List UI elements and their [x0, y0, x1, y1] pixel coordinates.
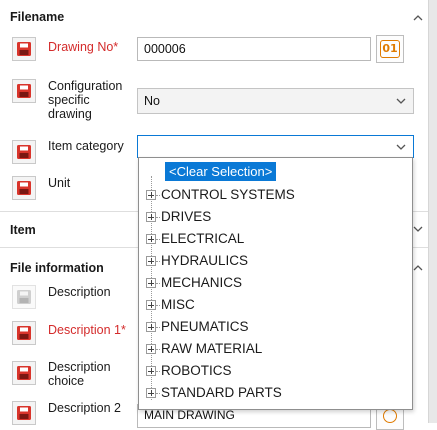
chevron-down-icon [395, 95, 407, 111]
save-button[interactable] [12, 37, 36, 61]
description-2-label: Description 2 [48, 401, 121, 415]
plus-box-icon[interactable] [146, 190, 156, 200]
section-title-file-information: File information [10, 261, 104, 275]
tree-connector-line [156, 239, 160, 240]
plus-box-icon[interactable] [146, 234, 156, 244]
save-icon [17, 406, 31, 420]
tree-connector-line [156, 195, 160, 196]
tree-connector-line [156, 349, 160, 350]
plus-box-icon[interactable] [146, 366, 156, 376]
counter-icon [383, 409, 397, 423]
section-title-item: Item [10, 223, 36, 237]
save-icon [17, 84, 31, 98]
label-line: drawing [48, 107, 92, 121]
plus-box-icon[interactable] [146, 212, 156, 222]
dropdown-option-label: RAW MATERIAL [161, 341, 263, 356]
chevron-up-icon[interactable] [412, 262, 426, 276]
unit-label: Unit [48, 176, 71, 190]
dropdown-option-label: ELECTRICAL [161, 231, 245, 246]
tree-connector-line [156, 283, 160, 284]
save-button[interactable] [12, 79, 36, 103]
dropdown-option-label: HYDRAULICS [161, 253, 249, 268]
description-choice-label: Description choice [48, 360, 111, 388]
drawing-no-input[interactable]: 000006 [137, 37, 371, 61]
section-title-filename: Filename [10, 10, 65, 24]
plus-box-icon[interactable] [146, 256, 156, 266]
counter-button[interactable]: 01 [376, 35, 404, 63]
dropdown-option-label: PNEUMATICS [161, 319, 249, 334]
label-line: specific [48, 93, 90, 107]
dropdown-option-label: CONTROL SYSTEMS [161, 187, 295, 202]
item-category-dropdown-list[interactable]: <Clear Selection> CONTROL SYSTEMS DRIVES… [138, 157, 413, 410]
tree-connector-line [156, 261, 160, 262]
configuration-specific-drawing-label: Configuration specific drawing [48, 79, 122, 121]
dropdown-option-label: MECHANICS [161, 275, 243, 290]
save-icon [17, 181, 31, 195]
item-category-select[interactable] [137, 135, 414, 158]
save-button[interactable] [12, 140, 36, 164]
label-line: Configuration [48, 79, 123, 93]
plus-box-icon[interactable] [146, 278, 156, 288]
plus-box-icon[interactable] [146, 344, 156, 354]
dropdown-option-label: STANDARD PARTS [161, 385, 282, 400]
save-icon [17, 326, 31, 340]
dropdown-option-label: MISC [161, 297, 195, 312]
tree-connector-line [156, 393, 160, 394]
dropdown-option-label: DRIVES [161, 209, 212, 224]
save-button[interactable] [12, 285, 36, 309]
chevron-down-icon[interactable] [412, 223, 426, 237]
save-button[interactable] [12, 401, 36, 425]
label-line: Description [48, 360, 111, 374]
clear-selection-option[interactable]: <Clear Selection> [165, 162, 277, 181]
scrollbar[interactable] [428, 0, 437, 423]
tree-connector-line [156, 327, 160, 328]
item-category-label: Item category [48, 139, 124, 153]
save-icon [17, 145, 31, 159]
selected-value: No [144, 94, 160, 108]
plus-box-icon[interactable] [146, 322, 156, 332]
configuration-specific-drawing-select[interactable]: No [137, 88, 414, 114]
tree-connector-line [156, 217, 160, 218]
tree-connector-line [156, 305, 160, 306]
save-button[interactable] [12, 321, 36, 345]
save-button[interactable] [12, 176, 36, 200]
label-line: choice [48, 374, 85, 388]
drawing-no-label: Drawing No* [48, 40, 119, 54]
plus-box-icon[interactable] [146, 388, 156, 398]
save-icon [17, 290, 31, 304]
save-icon [17, 366, 31, 380]
plus-box-icon[interactable] [146, 300, 156, 310]
tree-connector-line [156, 371, 160, 372]
description-label: Description [48, 285, 111, 299]
description-1-label: Description 1* [48, 323, 126, 337]
save-button[interactable] [12, 361, 36, 385]
save-icon [17, 42, 31, 56]
chevron-down-icon [395, 141, 407, 157]
dropdown-option-label: ROBOTICS [161, 363, 232, 378]
chevron-up-icon[interactable] [412, 12, 426, 26]
counter-icon: 01 [380, 40, 400, 58]
